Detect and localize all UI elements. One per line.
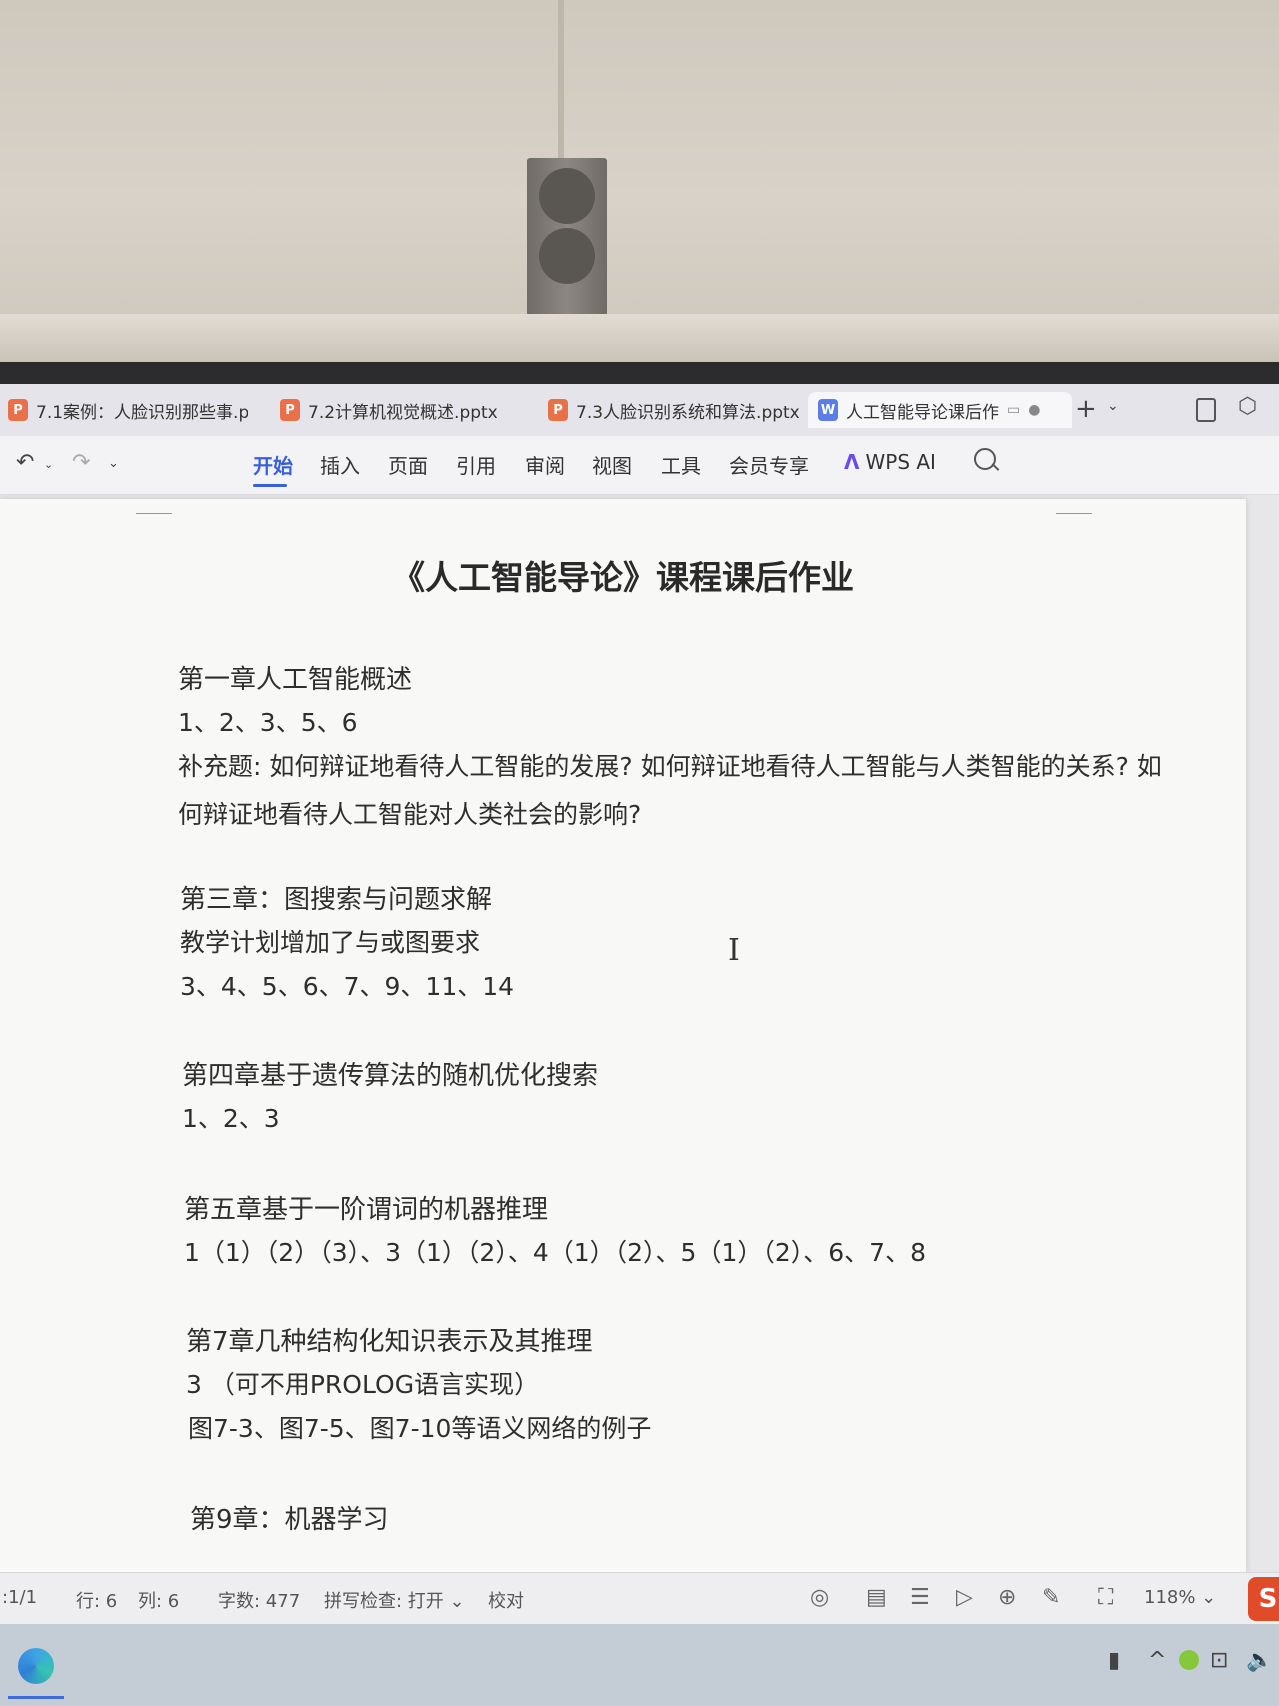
tab-view[interactable]: 视图 bbox=[592, 450, 632, 479]
document-page[interactable]: 《人工智能导论》课程课后作业 第一章人工智能概述 1、2、3、5、6 补充题: … bbox=[0, 499, 1246, 1572]
room-wall bbox=[0, 0, 1279, 362]
speaker-cone bbox=[539, 228, 595, 284]
app-tray-icon[interactable] bbox=[1179, 1650, 1199, 1670]
wps-ai-icon: Λ bbox=[844, 450, 860, 474]
tab-ai-homework[interactable]: W 人工智能导论课后作 ▭ ● bbox=[808, 392, 1072, 428]
screen-bezel bbox=[0, 362, 1279, 384]
chapter-3-exercises: 3、4、5、6、7、9、11、14 bbox=[180, 972, 515, 1001]
tab-tools[interactable]: 工具 bbox=[661, 450, 701, 479]
network-icon[interactable]: ⊡ bbox=[1210, 1648, 1228, 1673]
wps-logo-icon: S bbox=[1248, 1577, 1279, 1621]
margin-corner-mark bbox=[136, 499, 172, 514]
spell-check-toggle[interactable]: 拼写检查: 打开 ⌄ bbox=[324, 1587, 465, 1613]
tab-page[interactable]: 页面 bbox=[388, 450, 428, 479]
chapter-7-heading: 第7章几种结构化知识表示及其推理 bbox=[186, 1327, 593, 1357]
undo-button[interactable]: ↶ bbox=[16, 450, 34, 475]
word-count[interactable]: 字数: 477 bbox=[218, 1587, 300, 1613]
chapter-1-exercises: 1、2、3、5、6 bbox=[178, 708, 358, 737]
tab-label: 7.1案例：人脸识别那些事.p bbox=[36, 402, 248, 423]
edge-browser-icon[interactable] bbox=[18, 1648, 54, 1684]
wps-writer-window: P 7.1案例：人脸识别那些事.p P 7.2计算机视觉概述.pptx P 7.… bbox=[0, 384, 1279, 1706]
margin-corner-mark bbox=[1056, 499, 1092, 514]
tab-label: 7.3人脸识别系统和算法.pptx bbox=[576, 402, 800, 423]
tab-face-recognition-case[interactable]: P 7.1案例：人脸识别那些事.p bbox=[8, 392, 248, 428]
page-indicator[interactable]: :1/1 bbox=[2, 1587, 37, 1608]
chapter-3-heading: 第三章：图搜索与问题求解 bbox=[180, 885, 493, 915]
status-bar: :1/1 行: 6 列: 6 字数: 477 拼写检查: 打开 ⌄ 校对 ◎ ▤… bbox=[0, 1572, 1279, 1625]
document-canvas[interactable]: 《人工智能导论》课程课后作业 第一章人工智能概述 1、2、3、5、6 补充题: … bbox=[0, 495, 1279, 1572]
chapter-7-figures-note: 图7-3、图7-5、图7-10等语义网络的例子 bbox=[188, 1414, 652, 1443]
chapter-7-exercises: 3 （可不用PROLOG语言实现） bbox=[186, 1370, 540, 1399]
speaker-cone bbox=[539, 168, 595, 224]
tab-computer-vision-overview[interactable]: P 7.2计算机视觉概述.pptx bbox=[280, 392, 530, 428]
fit-screen-icon[interactable]: ⛶ bbox=[1098, 1585, 1113, 1610]
page-view-icon[interactable]: ▤ bbox=[866, 1585, 887, 1610]
chapter-9-heading: 第9章：机器学习 bbox=[190, 1505, 389, 1535]
word-file-icon: W bbox=[818, 399, 838, 421]
document-tab-bar: P 7.1案例：人脸识别那些事.p P 7.2计算机视觉概述.pptx P 7.… bbox=[0, 384, 1279, 436]
wall-ledge bbox=[0, 314, 1279, 362]
ceiling-cable bbox=[558, 0, 564, 160]
redo-button[interactable]: ↷ bbox=[72, 450, 90, 475]
tab-home[interactable]: 开始 bbox=[253, 450, 293, 479]
cube-icon[interactable]: ⬡ bbox=[1238, 394, 1257, 419]
search-icon[interactable] bbox=[974, 448, 996, 470]
quick-access-more-button[interactable]: ⌄ bbox=[108, 456, 119, 471]
tab-review[interactable]: 审阅 bbox=[525, 450, 565, 479]
chapter-4-heading: 第四章基于遗传算法的随机优化搜索 bbox=[182, 1061, 599, 1091]
battery-icon[interactable]: ▮ bbox=[1108, 1648, 1120, 1673]
new-tab-button[interactable]: + bbox=[1075, 394, 1097, 424]
document-title: 《人工智能导论》课程课后作业 bbox=[392, 558, 854, 597]
monitor-icon[interactable]: ▭ bbox=[1007, 402, 1020, 418]
os-taskbar: ▮ ^ ⊡ 🔈 bbox=[0, 1624, 1279, 1706]
ppt-file-icon: P bbox=[8, 399, 28, 421]
tab-references[interactable]: 引用 bbox=[456, 450, 496, 479]
wall-speaker bbox=[527, 158, 607, 316]
chevron-down-icon[interactable]: ⌄ bbox=[1107, 398, 1119, 414]
chapter-5-heading: 第五章基于一阶谓词的机器推理 bbox=[184, 1195, 549, 1225]
tab-insert[interactable]: 插入 bbox=[320, 450, 360, 479]
supplementary-question-line-1: 补充题: 如何辩证地看待人工智能的发展? 如何辩证地看待人工智能与人类智能的关系… bbox=[178, 752, 1162, 781]
unsaved-dot-icon[interactable]: ● bbox=[1028, 402, 1040, 418]
outline-view-icon[interactable]: ☰ bbox=[910, 1585, 930, 1610]
row-indicator: 行: 6 bbox=[76, 1591, 118, 1612]
tab-label: 人工智能导论课后作 bbox=[846, 402, 999, 423]
column-indicator: 列: 6 bbox=[138, 1591, 180, 1612]
window-tile-icon[interactable] bbox=[1196, 398, 1216, 422]
zoom-level[interactable]: 118% ⌄ bbox=[1144, 1587, 1216, 1608]
ppt-file-icon: P bbox=[280, 399, 300, 421]
chapter-3-note: 教学计划增加了与或图要求 bbox=[180, 928, 481, 957]
pen-icon[interactable]: ✎ bbox=[1042, 1585, 1060, 1610]
supplementary-question-line-2: 何辩证地看待人工智能对人类社会的影响? bbox=[178, 800, 642, 829]
chapter-1-heading: 第一章人工智能概述 bbox=[178, 665, 413, 695]
chapter-5-exercises: 1（1）（2）（3）、3（1）（2）、4（1）（2）、5（1）（2）、6、7、8 bbox=[184, 1238, 926, 1267]
volume-icon[interactable]: 🔈 bbox=[1246, 1648, 1273, 1673]
chevron-down-icon[interactable]: ⌄ bbox=[44, 458, 53, 471]
ribbon-menu-bar: ↶ ⌄ ↷ ⌄ 开始 插入 页面 引用 审阅 视图 工具 会员专享 Λ WPS … bbox=[0, 436, 1279, 495]
tab-membership[interactable]: 会员专享 bbox=[729, 450, 809, 479]
chapter-4-exercises: 1、2、3 bbox=[182, 1104, 280, 1133]
eye-protection-icon[interactable]: ◎ bbox=[810, 1585, 829, 1610]
chevron-up-icon[interactable]: ^ bbox=[1148, 1648, 1166, 1673]
active-tab-indicator bbox=[253, 484, 287, 487]
ppt-file-icon: P bbox=[548, 399, 568, 421]
tab-label: 7.2计算机视觉概述.pptx bbox=[308, 402, 498, 423]
running-app-indicator bbox=[8, 1696, 64, 1699]
wps-ai-button[interactable]: Λ WPS AI bbox=[844, 450, 936, 474]
tab-face-recognition-algorithms[interactable]: P 7.3人脸识别系统和算法.pptx bbox=[548, 392, 800, 428]
play-icon[interactable]: ▷ bbox=[956, 1585, 973, 1610]
i-beam-cursor-icon: I bbox=[728, 933, 740, 968]
web-view-icon[interactable]: ⊕ bbox=[998, 1585, 1016, 1610]
wps-ai-label: WPS AI bbox=[865, 450, 936, 474]
proofread-button[interactable]: 校对 bbox=[488, 1587, 524, 1613]
